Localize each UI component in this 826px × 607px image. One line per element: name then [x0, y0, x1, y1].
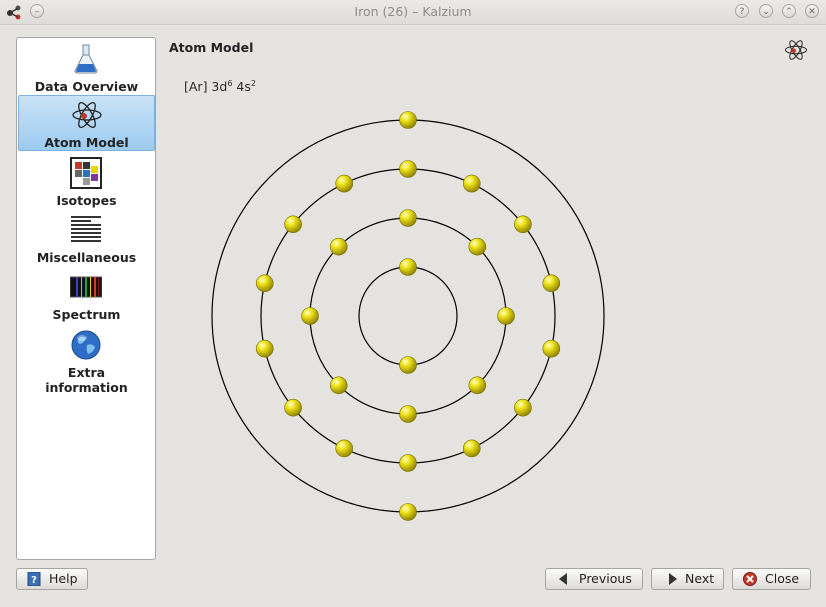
- electron: [542, 274, 561, 293]
- help-button-label: Help: [49, 571, 78, 586]
- electron: [335, 174, 354, 193]
- electron: [255, 274, 274, 293]
- electron: [329, 237, 348, 256]
- electron: [468, 376, 487, 395]
- svg-text:?: ?: [31, 575, 37, 586]
- electron: [301, 307, 319, 325]
- electron: [542, 339, 561, 358]
- help-icon: ?: [27, 572, 41, 586]
- close-button-label: Close: [765, 571, 800, 586]
- electron: [399, 454, 417, 472]
- arrow-left-icon: [559, 573, 567, 585]
- electron: [462, 439, 481, 458]
- close-icon: [743, 572, 757, 586]
- electron: [399, 258, 417, 276]
- electron: [399, 111, 417, 129]
- electron: [399, 503, 417, 521]
- atom-model-diagram: [211, 111, 605, 521]
- electron: [284, 215, 302, 234]
- next-button[interactable]: Next: [651, 568, 724, 590]
- previous-button-label: Previous: [579, 571, 632, 586]
- electron: [468, 237, 487, 256]
- next-button-label: Next: [685, 571, 715, 586]
- help-button[interactable]: ? Help: [16, 568, 88, 590]
- close-button[interactable]: Close: [732, 568, 811, 590]
- electron: [514, 215, 532, 234]
- electron: [399, 405, 417, 423]
- electron: [335, 439, 354, 458]
- electron: [514, 398, 532, 417]
- electron-shell-4: [211, 119, 605, 513]
- electron: [255, 339, 274, 358]
- arrow-right-icon: [669, 573, 677, 585]
- electron: [462, 174, 481, 193]
- electron: [284, 398, 302, 417]
- electron: [497, 307, 515, 325]
- electron-shell-1: [358, 266, 458, 366]
- electron: [399, 356, 417, 374]
- electron: [399, 160, 417, 178]
- previous-button[interactable]: Previous: [545, 568, 643, 590]
- electron: [399, 209, 417, 227]
- electron: [329, 376, 348, 395]
